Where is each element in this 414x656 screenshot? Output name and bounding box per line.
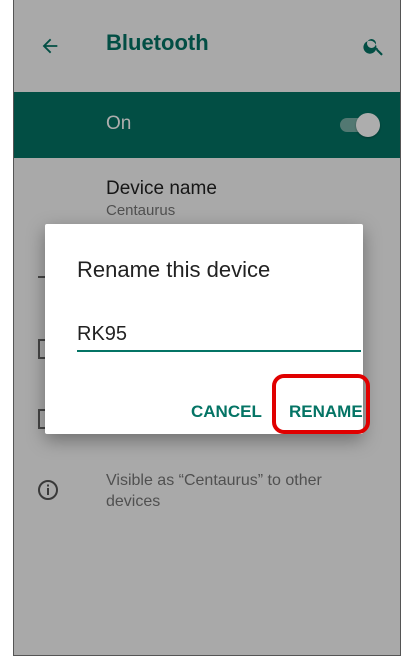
- cancel-button[interactable]: CANCEL: [191, 402, 262, 422]
- dialog-title: Rename this device: [77, 257, 271, 282]
- device-name-input[interactable]: [77, 318, 361, 352]
- phone-screen: Bluetooth On Device name Centaurus Visib…: [13, 0, 401, 656]
- rename-highlight: [272, 374, 370, 434]
